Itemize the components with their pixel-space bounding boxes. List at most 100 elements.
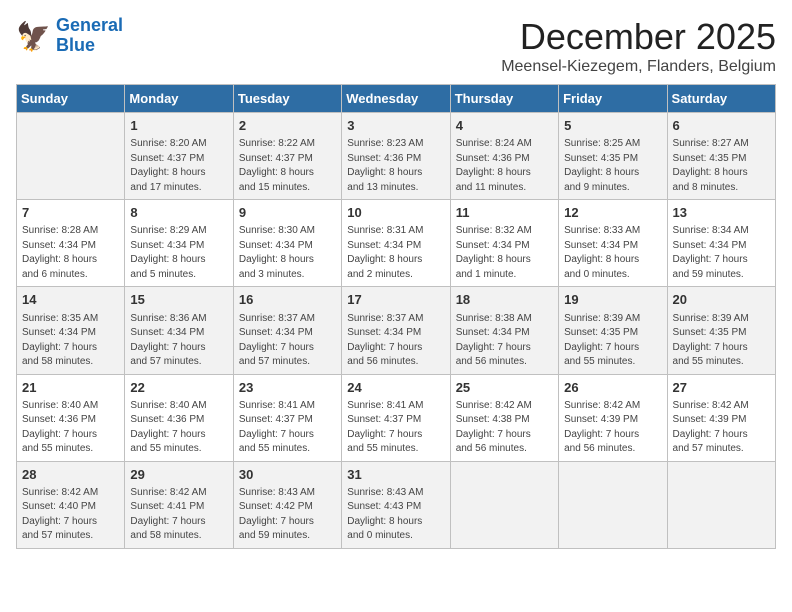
day-number: 16 bbox=[239, 291, 336, 309]
day-info: Sunrise: 8:39 AM Sunset: 4:35 PM Dayligh… bbox=[564, 312, 661, 370]
title-area: December 2025 Meensel-Kiezegem, Flanders… bbox=[501, 16, 776, 76]
day-info: Sunrise: 8:41 AM Sunset: 4:37 PM Dayligh… bbox=[347, 399, 444, 457]
day-number: 4 bbox=[456, 117, 553, 135]
calendar-cell: 2Sunrise: 8:22 AM Sunset: 4:37 PM Daylig… bbox=[233, 113, 341, 200]
logo-text: General Blue bbox=[56, 16, 123, 56]
day-info: Sunrise: 8:38 AM Sunset: 4:34 PM Dayligh… bbox=[456, 312, 553, 370]
day-info: Sunrise: 8:20 AM Sunset: 4:37 PM Dayligh… bbox=[130, 137, 227, 195]
day-info: Sunrise: 8:36 AM Sunset: 4:34 PM Dayligh… bbox=[130, 312, 227, 370]
calendar-cell: 23 Sunrise: 8:41 AM Sunset: 4:37 PM Dayli… bbox=[233, 374, 341, 461]
day-info: Sunrise: 8:37 AM Sunset: 4:34 PM Dayligh… bbox=[239, 312, 336, 370]
day-info: Sunrise: 8:43 AM Sunset: 4:43 PM Dayligh… bbox=[347, 486, 444, 544]
day-number: 21 bbox=[22, 379, 119, 397]
calendar-cell: 4 Sunrise: 8:24 AM Sunset: 4:36 PM Daylig… bbox=[450, 113, 558, 200]
calendar-cell: 13Sunrise: 8:34 AM Sunset: 4:34 PM Dayli… bbox=[667, 200, 775, 287]
calendar-cell: 14 Sunrise: 8:35 AM Sunset: 4:34 PM Dayli… bbox=[17, 287, 125, 374]
calendar-cell: 24Sunrise: 8:41 AM Sunset: 4:37 PM Dayli… bbox=[342, 374, 450, 461]
day-number: 8 bbox=[130, 204, 227, 222]
day-info: Sunrise: 8:43 AM Sunset: 4:42 PM Dayligh… bbox=[239, 486, 336, 544]
calendar-week-1: 1 Sunrise: 8:20 AM Sunset: 4:37 PM Daylig… bbox=[17, 113, 776, 200]
calendar-cell: 29 Sunrise: 8:42 AM Sunset: 4:41 PM Dayli… bbox=[125, 461, 233, 548]
calendar-cell: 16 Sunrise: 8:37 AM Sunset: 4:34 PM Dayli… bbox=[233, 287, 341, 374]
day-number: 28 bbox=[22, 466, 119, 484]
column-header-friday: Friday bbox=[559, 85, 667, 113]
day-info: Sunrise: 8:30 AM Sunset: 4:34 PM Dayligh… bbox=[239, 224, 336, 282]
day-info: Sunrise: 8:40 AM Sunset: 4:36 PM Dayligh… bbox=[130, 399, 227, 457]
day-number: 20 bbox=[673, 291, 770, 309]
column-header-saturday: Saturday bbox=[667, 85, 775, 113]
day-info: Sunrise: 8:34 AM Sunset: 4:34 PM Dayligh… bbox=[673, 224, 770, 282]
calendar-week-4: 21 Sunrise: 8:40 AM Sunset: 4:36 PM Dayli… bbox=[17, 374, 776, 461]
day-number: 12 bbox=[564, 204, 661, 222]
day-number: 26 bbox=[564, 379, 661, 397]
day-number: 29 bbox=[130, 466, 227, 484]
calendar-cell: 25 Sunrise: 8:42 AM Sunset: 4:38 PM Dayli… bbox=[450, 374, 558, 461]
header: 🦅 General Blue December 2025 Meensel-Kie… bbox=[16, 16, 776, 76]
day-number: 6 bbox=[673, 117, 770, 135]
calendar-cell: 27 Sunrise: 8:42 AM Sunset: 4:39 PM Dayli… bbox=[667, 374, 775, 461]
calendar-cell: 26Sunrise: 8:42 AM Sunset: 4:39 PM Dayli… bbox=[559, 374, 667, 461]
day-number: 17 bbox=[347, 291, 444, 309]
logo: 🦅 General Blue bbox=[16, 16, 123, 56]
column-header-sunday: Sunday bbox=[17, 85, 125, 113]
day-number: 25 bbox=[456, 379, 553, 397]
svg-text:🦅: 🦅 bbox=[16, 19, 51, 53]
column-header-wednesday: Wednesday bbox=[342, 85, 450, 113]
day-number: 31 bbox=[347, 466, 444, 484]
calendar-cell: 18 Sunrise: 8:38 AM Sunset: 4:34 PM Dayli… bbox=[450, 287, 558, 374]
logo-line1: General bbox=[56, 15, 123, 35]
day-info: Sunrise: 8:41 AM Sunset: 4:37 PM Dayligh… bbox=[239, 399, 336, 457]
calendar-cell: 10 Sunrise: 8:31 AM Sunset: 4:34 PM Dayli… bbox=[342, 200, 450, 287]
day-number: 30 bbox=[239, 466, 336, 484]
day-info: Sunrise: 8:40 AM Sunset: 4:36 PM Dayligh… bbox=[22, 399, 119, 457]
calendar-cell: 11Sunrise: 8:32 AM Sunset: 4:34 PM Dayli… bbox=[450, 200, 558, 287]
day-number: 18 bbox=[456, 291, 553, 309]
calendar-cell: 8Sunrise: 8:29 AM Sunset: 4:34 PM Daylig… bbox=[125, 200, 233, 287]
calendar-cell: 15 Sunrise: 8:36 AM Sunset: 4:34 PM Dayli… bbox=[125, 287, 233, 374]
day-number: 27 bbox=[673, 379, 770, 397]
day-info: Sunrise: 8:37 AM Sunset: 4:34 PM Dayligh… bbox=[347, 312, 444, 370]
calendar-cell bbox=[559, 461, 667, 548]
day-info: Sunrise: 8:42 AM Sunset: 4:38 PM Dayligh… bbox=[456, 399, 553, 457]
day-number: 19 bbox=[564, 291, 661, 309]
calendar-week-3: 14 Sunrise: 8:35 AM Sunset: 4:34 PM Dayli… bbox=[17, 287, 776, 374]
day-info: Sunrise: 8:42 AM Sunset: 4:41 PM Dayligh… bbox=[130, 486, 227, 544]
day-info: Sunrise: 8:35 AM Sunset: 4:34 PM Dayligh… bbox=[22, 312, 119, 370]
calendar-cell: 30 Sunrise: 8:43 AM Sunset: 4:42 PM Dayli… bbox=[233, 461, 341, 548]
day-number: 9 bbox=[239, 204, 336, 222]
logo-icon: 🦅 bbox=[16, 18, 52, 54]
day-info: Sunrise: 8:22 AM Sunset: 4:37 PM Dayligh… bbox=[239, 137, 336, 195]
calendar-cell: 7Sunrise: 8:28 AM Sunset: 4:34 PM Daylig… bbox=[17, 200, 125, 287]
month-title: December 2025 bbox=[501, 16, 776, 58]
location-title: Meensel-Kiezegem, Flanders, Belgium bbox=[501, 58, 776, 76]
day-info: Sunrise: 8:31 AM Sunset: 4:34 PM Dayligh… bbox=[347, 224, 444, 282]
day-info: Sunrise: 8:39 AM Sunset: 4:35 PM Dayligh… bbox=[673, 312, 770, 370]
day-info: Sunrise: 8:27 AM Sunset: 4:35 PM Dayligh… bbox=[673, 137, 770, 195]
day-number: 15 bbox=[130, 291, 227, 309]
calendar-cell: 22 Sunrise: 8:40 AM Sunset: 4:36 PM Dayli… bbox=[125, 374, 233, 461]
day-number: 10 bbox=[347, 204, 444, 222]
day-info: Sunrise: 8:24 AM Sunset: 4:36 PM Dayligh… bbox=[456, 137, 553, 195]
calendar-header-row: SundayMondayTuesdayWednesdayThursdayFrid… bbox=[17, 85, 776, 113]
day-number: 11 bbox=[456, 204, 553, 222]
day-number: 14 bbox=[22, 291, 119, 309]
calendar-cell bbox=[667, 461, 775, 548]
day-number: 22 bbox=[130, 379, 227, 397]
day-number: 1 bbox=[130, 117, 227, 135]
calendar-cell: 1 Sunrise: 8:20 AM Sunset: 4:37 PM Daylig… bbox=[125, 113, 233, 200]
column-header-thursday: Thursday bbox=[450, 85, 558, 113]
calendar-cell bbox=[450, 461, 558, 548]
column-header-monday: Monday bbox=[125, 85, 233, 113]
day-number: 23 bbox=[239, 379, 336, 397]
calendar-cell: 5Sunrise: 8:25 AM Sunset: 4:35 PM Daylig… bbox=[559, 113, 667, 200]
day-info: Sunrise: 8:28 AM Sunset: 4:34 PM Dayligh… bbox=[22, 224, 119, 282]
calendar-cell: 21 Sunrise: 8:40 AM Sunset: 4:36 PM Dayli… bbox=[17, 374, 125, 461]
day-number: 3 bbox=[347, 117, 444, 135]
calendar-cell: 12Sunrise: 8:33 AM Sunset: 4:34 PM Dayli… bbox=[559, 200, 667, 287]
day-info: Sunrise: 8:42 AM Sunset: 4:39 PM Dayligh… bbox=[673, 399, 770, 457]
day-info: Sunrise: 8:42 AM Sunset: 4:40 PM Dayligh… bbox=[22, 486, 119, 544]
day-info: Sunrise: 8:25 AM Sunset: 4:35 PM Dayligh… bbox=[564, 137, 661, 195]
calendar-week-5: 28 Sunrise: 8:42 AM Sunset: 4:40 PM Dayli… bbox=[17, 461, 776, 548]
calendar-cell bbox=[17, 113, 125, 200]
column-header-tuesday: Tuesday bbox=[233, 85, 341, 113]
